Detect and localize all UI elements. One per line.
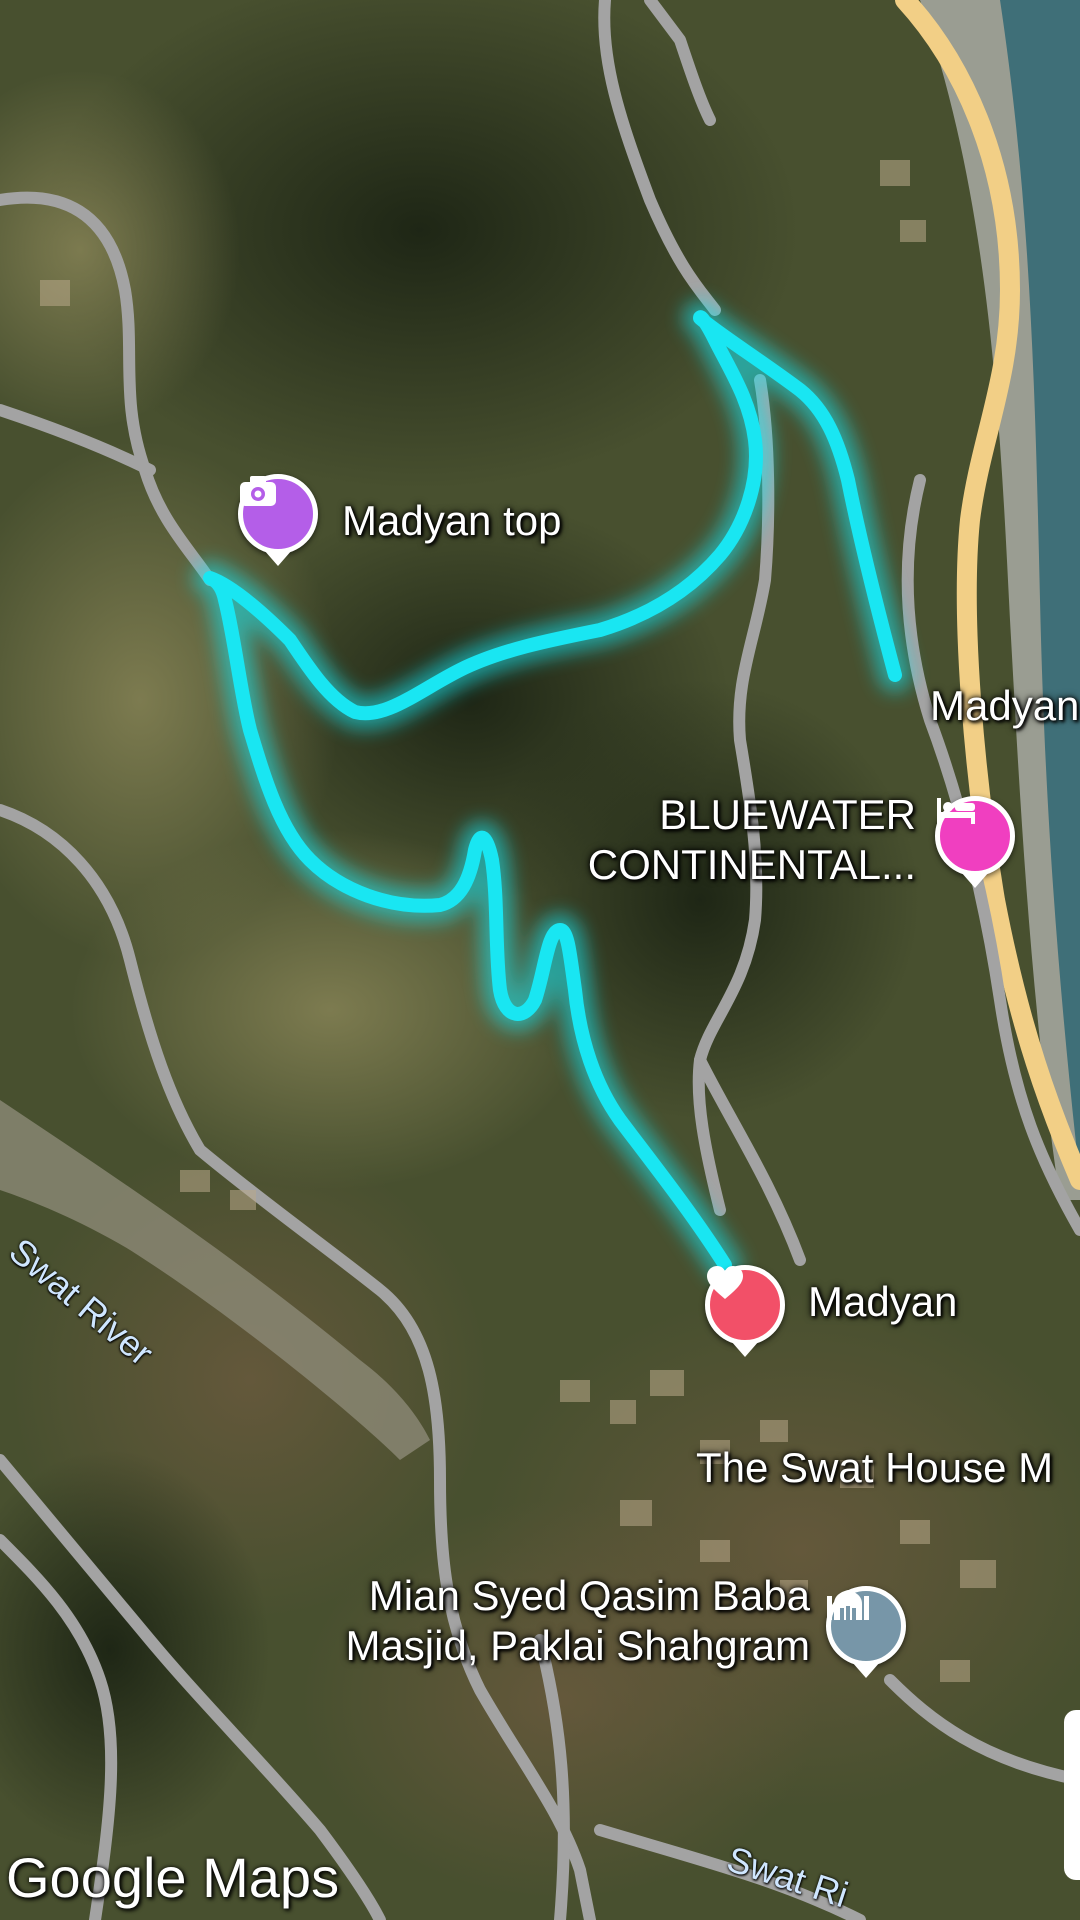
place-pin-madyan[interactable] <box>705 1265 785 1357</box>
camera-icon <box>240 476 276 506</box>
heart-icon <box>707 1266 743 1299</box>
heart-pin <box>705 1265 785 1345</box>
place-label-swat-house[interactable]: The Swat House M <box>696 1444 1053 1492</box>
place-pin-masjid[interactable] <box>826 1586 906 1678</box>
hotel-bed-icon <box>937 798 975 824</box>
place-label-madyan-top[interactable]: Madyan top <box>342 497 561 545</box>
camera-pin <box>238 474 318 554</box>
place-pin-bluewater[interactable] <box>935 796 1015 888</box>
mosque-icon <box>827 1590 869 1620</box>
place-label-madyan-river[interactable]: Madyan <box>930 682 1079 730</box>
place-label-bluewater[interactable]: BLUEWATER CONTINENTAL... <box>560 790 916 891</box>
place-label-masjid[interactable]: Mian Syed Qasim Baba Masjid, Paklai Shah… <box>290 1571 810 1670</box>
map-control-edge[interactable] <box>1064 1710 1080 1880</box>
mosque-pin <box>826 1586 906 1666</box>
map-view[interactable]: Madyan top Madyan BLUEWATER CONTINENTAL.… <box>0 0 1080 1920</box>
google-maps-watermark: Google Maps <box>6 1846 340 1909</box>
place-pin-madyan-top[interactable] <box>238 474 318 566</box>
hotel-pin <box>935 796 1015 876</box>
place-label-madyan[interactable]: Madyan <box>808 1278 957 1326</box>
